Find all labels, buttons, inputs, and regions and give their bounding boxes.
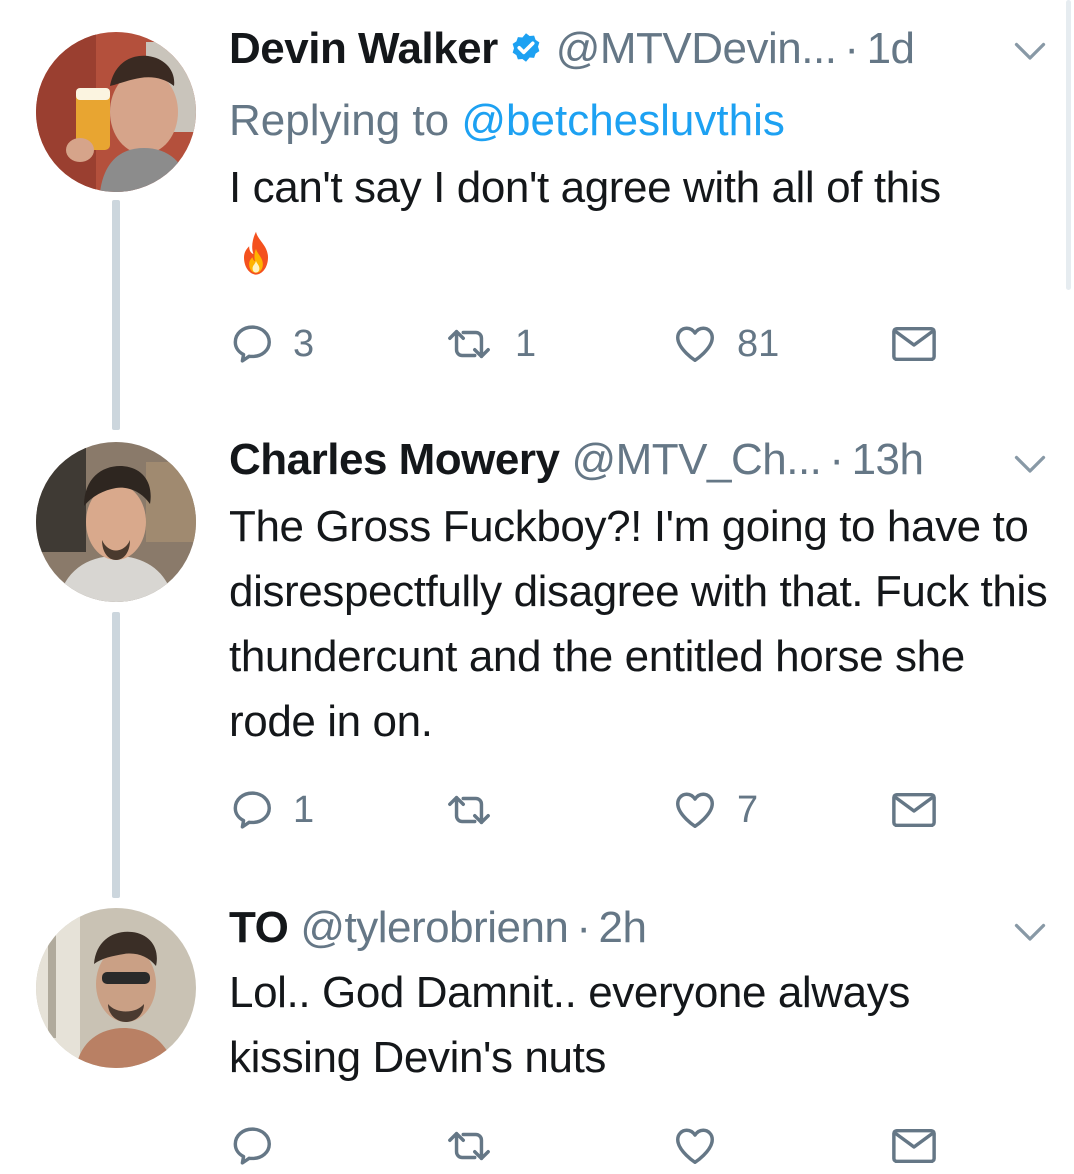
tweet-header: Charles Mowery @MTV_Ch... · 13h [229,432,924,488]
direct-message-button[interactable] [889,782,939,838]
mail-icon [889,321,939,367]
retweet-button[interactable] [441,1118,515,1174]
username-handle[interactable]: @tylerobrienn [300,900,569,956]
reply-count: 3 [293,322,315,365]
tweet-text: The Gross Fuckboy?! I'm going to have to… [229,502,1048,746]
reply-icon [229,1123,275,1169]
reply-button[interactable]: 3 [229,316,314,372]
retweet-count: 1 [515,322,537,365]
tweet-text-line: I can't say I don't agree with all of th… [229,163,941,212]
display-name[interactable]: Devin Walker [229,21,498,77]
mention-link[interactable]: @betchesluvthis [461,96,785,145]
heart-icon [671,1123,719,1169]
username-handle[interactable]: @MTV_Ch... [571,432,821,488]
chevron-down-icon[interactable] [1012,450,1048,480]
fire-emoji-icon [229,220,1049,285]
tweet-header: TO @tylerobrienn · 2h [229,900,647,956]
reply-button[interactable] [229,1118,293,1174]
like-button[interactable]: 7 [671,782,758,838]
tweet-text: Lol.. God Damnit.. everyone always kissi… [229,968,910,1082]
avatar[interactable] [36,908,196,1068]
direct-message-button[interactable] [889,316,939,372]
thread-connector [112,612,120,898]
separator: · [829,435,844,484]
scrollbar[interactable] [1066,0,1071,290]
separator: · [844,24,859,73]
heart-icon [671,787,719,833]
display-name[interactable]: TO [229,900,289,956]
reply-icon [229,321,275,367]
reply-icon [229,787,275,833]
tweet-actions: 1 7 [229,782,949,838]
timestamp[interactable]: 2h [599,900,647,956]
reply-count: 1 [293,788,315,831]
verified-badge-icon [508,31,544,67]
heart-icon [671,321,719,367]
avatar[interactable] [36,32,196,192]
tweet-actions [229,1118,949,1174]
separator: · [576,903,591,952]
like-button[interactable]: 81 [671,316,779,372]
direct-message-button[interactable] [889,1118,939,1174]
retweet-icon [441,1123,497,1169]
timestamp[interactable]: 1d [867,21,915,77]
display-name[interactable]: Charles Mowery [229,432,560,488]
replying-prefix: Replying to [229,96,462,145]
retweet-icon [441,321,497,367]
reply-button[interactable]: 1 [229,782,314,838]
tweet-actions: 3 1 81 [229,316,949,372]
tweet-header: Devin Walker @MTVDevin... · 1d [229,21,915,77]
mail-icon [889,1123,939,1169]
mail-icon [889,787,939,833]
like-count: 81 [737,322,780,365]
chevron-down-icon[interactable] [1012,918,1048,948]
retweet-button[interactable] [441,782,515,838]
like-count: 7 [737,788,759,831]
retweet-icon [441,787,497,833]
timestamp[interactable]: 13h [852,432,924,488]
avatar[interactable] [36,442,196,602]
retweet-button[interactable]: 1 [441,316,536,372]
chevron-down-icon[interactable] [1012,37,1048,67]
username-handle[interactable]: @MTVDevin... [556,21,837,77]
thread-connector [112,200,120,430]
like-button[interactable] [671,1118,737,1174]
tweet-text: I can't say I don't agree with all of th… [229,155,1049,285]
replying-to: Replying to @betchesluvthis [229,93,785,149]
